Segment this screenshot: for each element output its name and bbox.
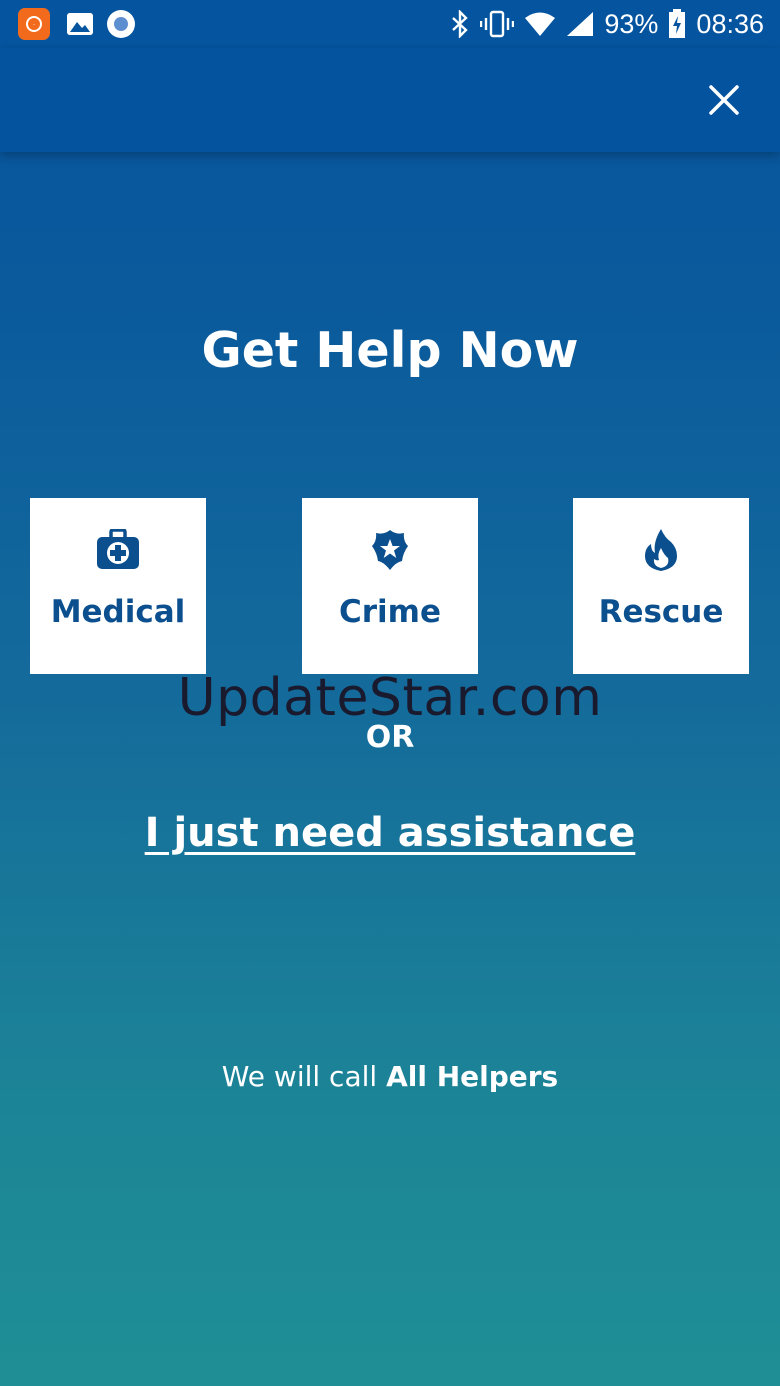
- fire-icon: [643, 528, 679, 572]
- gallery-icon: [67, 13, 93, 35]
- crime-button[interactable]: Crime: [302, 498, 478, 674]
- battery-charging-icon: [669, 9, 686, 38]
- rescue-label: Rescue: [598, 594, 724, 630]
- footer-helpers: All Helpers: [386, 1060, 559, 1093]
- vibrate-icon: [480, 10, 515, 38]
- medical-kit-icon: [95, 528, 141, 572]
- app-bar: [0, 48, 780, 152]
- rescue-button[interactable]: Rescue: [573, 498, 749, 674]
- or-divider: OR: [365, 720, 415, 755]
- bluetooth-icon: [452, 10, 469, 38]
- close-button[interactable]: [704, 80, 744, 120]
- page-title: Get Help Now: [201, 322, 579, 379]
- status-bar: · 93% 08:36: [0, 0, 780, 48]
- signal-icon: [567, 12, 594, 36]
- battery-percent: 93%: [604, 8, 659, 39]
- close-icon: [709, 85, 739, 115]
- status-bar-right: 93% 08:36: [450, 6, 764, 42]
- crime-label: Crime: [339, 594, 441, 630]
- medical-label: Medical: [50, 594, 186, 630]
- record-icon: [107, 10, 135, 38]
- watermark: UpdateStar.com: [177, 668, 603, 728]
- status-bar-left: ·: [18, 8, 135, 40]
- wifi-icon: [525, 12, 556, 36]
- footer-prefix: We will call: [221, 1060, 378, 1093]
- medical-button[interactable]: Medical: [30, 498, 206, 674]
- police-badge-icon: [370, 528, 410, 572]
- footer-note: We will call All Helpers: [0, 1060, 780, 1093]
- app-notification-icon: ·: [18, 8, 50, 40]
- svg-text:·: ·: [33, 21, 35, 29]
- clock: 08:36: [696, 8, 764, 39]
- assistance-link[interactable]: I just need assistance: [0, 810, 780, 856]
